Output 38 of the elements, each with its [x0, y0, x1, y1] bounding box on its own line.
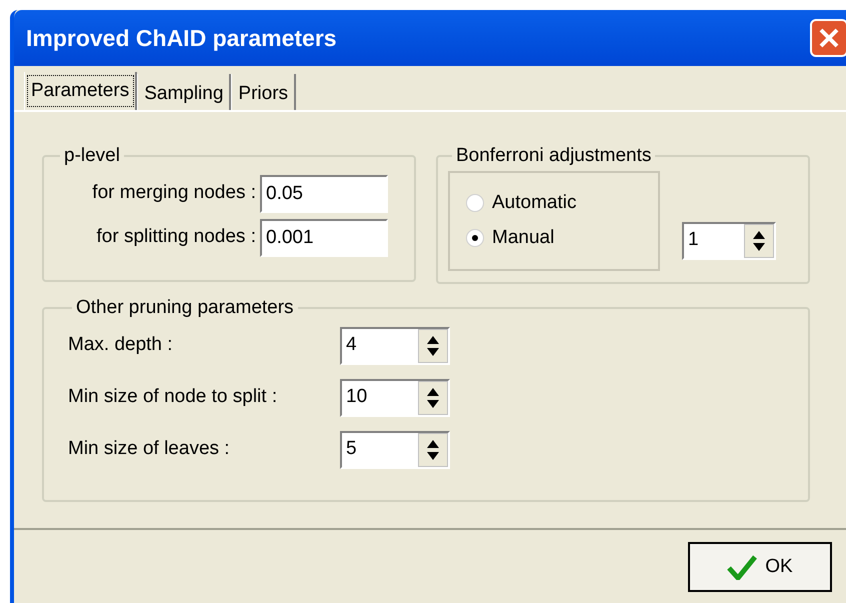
number-input[interactable]: 5	[342, 435, 418, 464]
radio-button[interactable]	[466, 194, 484, 212]
spin-field[interactable]: 10	[340, 378, 450, 416]
group-title: Other pruning parameters	[75, 296, 295, 320]
close-icon	[818, 27, 840, 49]
spin-button[interactable]	[418, 432, 448, 466]
group-title: Bonferroni adjustments	[455, 144, 652, 168]
field-label: for splitting nodes :	[96, 225, 256, 250]
number-input[interactable]: 1	[684, 226, 744, 255]
up-down-arrows-icon	[752, 230, 766, 252]
input-field[interactable]: 0.05	[260, 174, 388, 212]
number-input[interactable]: 10	[342, 383, 418, 412]
group-title: p-level	[63, 144, 121, 168]
ok-button[interactable]: OK	[688, 542, 832, 592]
spin-button[interactable]	[418, 328, 448, 362]
spin-button[interactable]	[744, 224, 774, 258]
radio-option[interactable]: Manual	[466, 224, 658, 252]
tab[interactable]: Parameters	[24, 72, 138, 110]
up-down-arrows-icon	[426, 334, 440, 356]
spin-field[interactable]: 1	[682, 222, 776, 260]
up-down-arrows-icon	[426, 386, 440, 408]
spin-field[interactable]: 4	[340, 326, 450, 364]
input-field[interactable]: 0.001	[260, 218, 388, 256]
up-down-arrows-icon	[426, 438, 440, 460]
close-button[interactable]	[810, 19, 846, 57]
field-label: Max. depth :	[68, 333, 174, 358]
window-title: Improved ChAID parameters	[26, 24, 337, 53]
tab[interactable]: Priors	[231, 74, 296, 110]
field-label: for merging nodes :	[92, 181, 256, 206]
spin-button[interactable]	[418, 380, 448, 414]
radio-button[interactable]	[466, 228, 484, 247]
radio-option[interactable]: Automatic	[466, 189, 658, 218]
spin-field[interactable]: 5	[340, 430, 450, 468]
number-input[interactable]: 4	[342, 331, 418, 360]
tab[interactable]: Sampling	[137, 74, 232, 110]
checkmark-icon	[727, 554, 758, 580]
field-label: Min size of leaves :	[68, 437, 231, 462]
field-label: Min size of node to split :	[68, 385, 278, 410]
